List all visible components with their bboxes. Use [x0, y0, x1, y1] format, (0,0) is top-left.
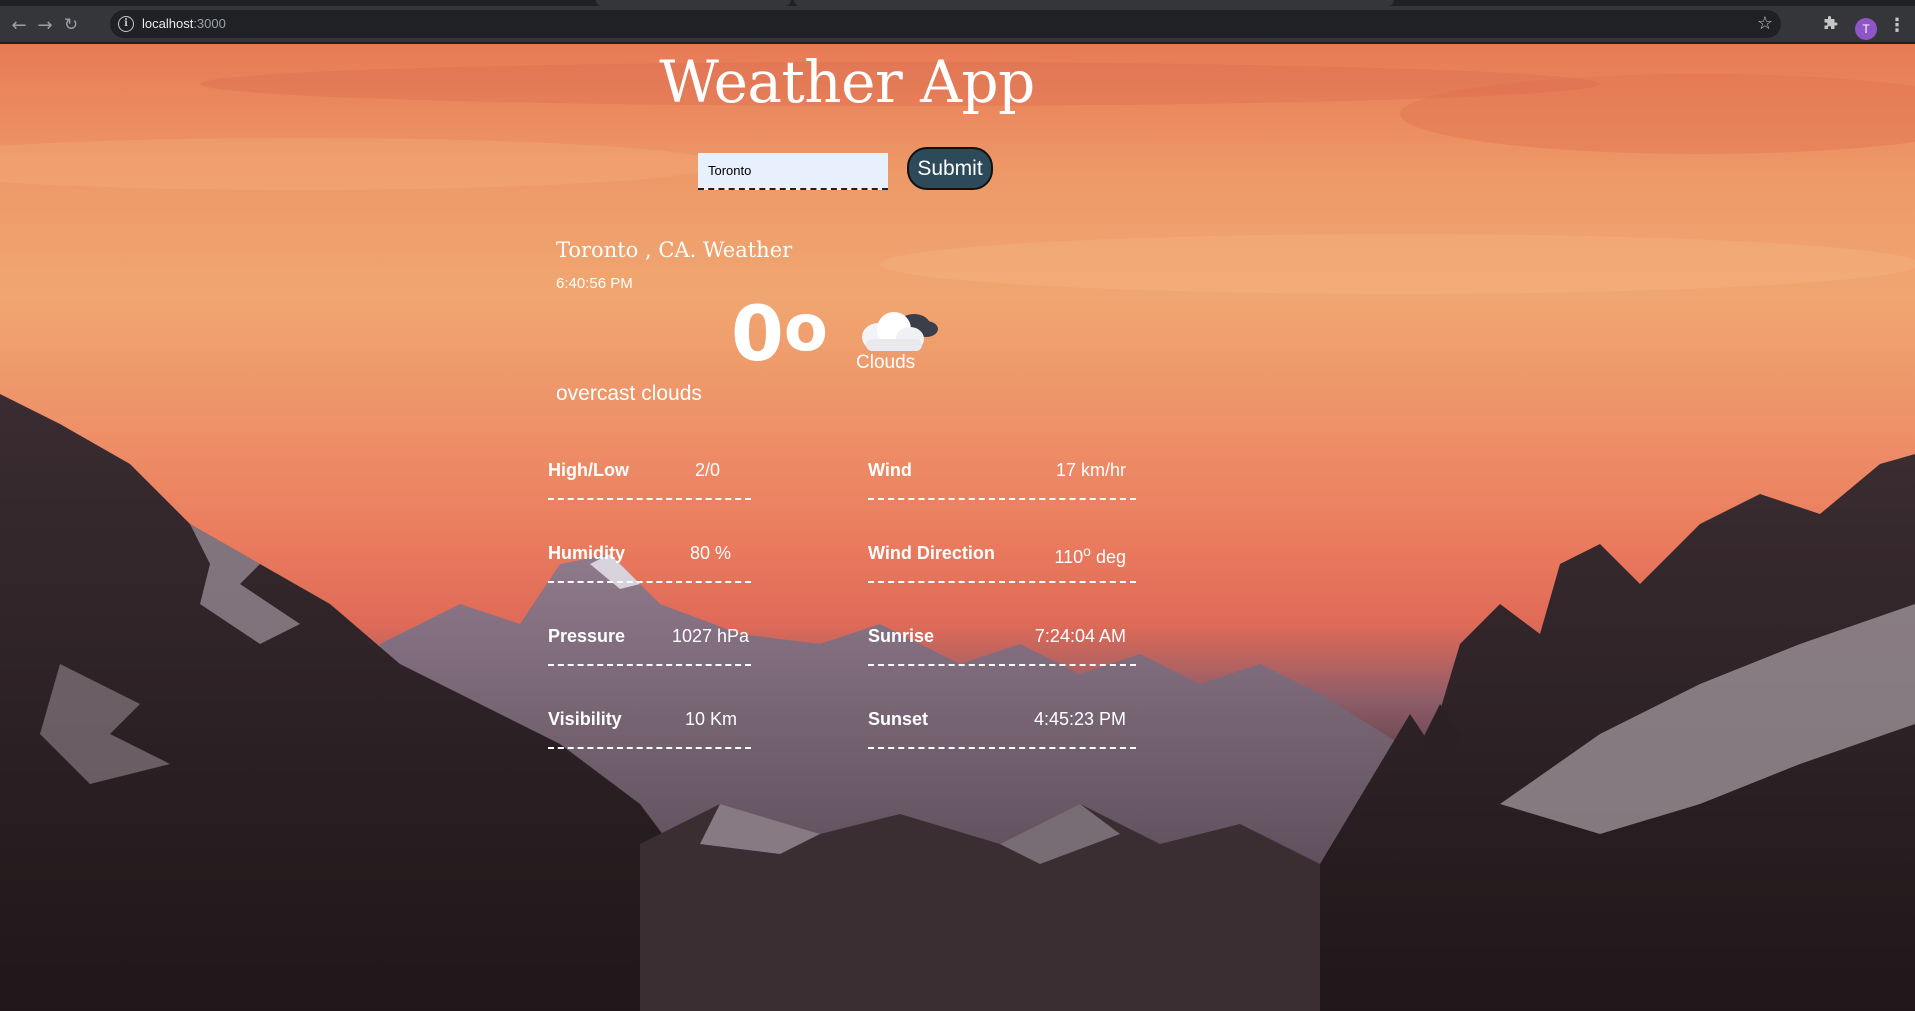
stat-label: Wind	[868, 460, 912, 480]
forward-arrow-icon[interactable]: →	[32, 12, 58, 38]
url-port: :3000	[193, 16, 226, 31]
reload-icon[interactable]: ↻	[58, 12, 84, 38]
wind-direction-unit: deg	[1090, 547, 1126, 567]
stat-value: 2/0	[695, 460, 721, 480]
stat-label: Sunrise	[868, 626, 935, 646]
stat-label: Pressure	[548, 626, 626, 646]
condition-label: Clouds	[856, 352, 916, 373]
stat-pressure: Pressure 1027 hPa	[548, 626, 751, 666]
location-title: Toronto , CA. Weather	[556, 238, 793, 262]
stat-value: 10 Km	[685, 709, 738, 729]
stat-wind: Wind 17 km/hr	[868, 460, 1136, 500]
kebab-menu-icon[interactable]: ⋮	[1888, 15, 1906, 36]
stat-high-low: High/Low 2/0	[548, 460, 751, 500]
cloud-icon	[862, 312, 938, 351]
browser-toolbar: ← → ↻ i localhost:3000 ☆ T ⋮	[0, 6, 1915, 43]
url-text[interactable]: localhost:3000	[142, 16, 226, 31]
stat-value: 17 km/hr	[1055, 460, 1126, 480]
temperature-value: 0	[731, 289, 784, 378]
stat-label: High/Low	[548, 460, 629, 480]
puzzle-icon[interactable]	[1822, 16, 1838, 36]
stat-sunset: Sunset 4:45:23 PM	[868, 709, 1136, 749]
stat-value: 110o deg	[1054, 543, 1126, 568]
submit-button[interactable]: Submit	[907, 147, 993, 190]
star-icon[interactable]: ☆	[1757, 13, 1773, 34]
temperature-display: 0o	[731, 296, 828, 372]
url-host: localhost	[142, 16, 194, 31]
stat-label: Sunset	[868, 709, 929, 729]
stat-humidity: Humidity 80 %	[548, 543, 751, 583]
stat-wind-direction: Wind Direction 110o deg	[868, 543, 1136, 583]
stat-sunrise: Sunrise 7:24:04 AM	[868, 626, 1136, 666]
avatar[interactable]: T	[1855, 18, 1877, 40]
stat-value: 4:45:23 PM	[1033, 709, 1126, 729]
stat-value: 7:24:04 AM	[1034, 626, 1126, 646]
condition-description: overcast clouds	[556, 382, 702, 405]
degree-mark: o	[1083, 543, 1091, 559]
stat-label: Humidity	[548, 543, 626, 563]
degree-mark: o	[783, 292, 828, 366]
stat-visibility: Visibility 10 Km	[548, 709, 751, 749]
stat-label: Wind Direction	[868, 543, 995, 563]
stat-value: 80 %	[690, 543, 732, 563]
page-viewport: Weather App Submit Toronto , CA. Weather…	[0, 44, 1915, 1011]
city-search-input[interactable]	[698, 153, 888, 190]
address-bar[interactable]: i localhost:3000 ☆	[110, 10, 1781, 38]
back-arrow-icon[interactable]: ←	[6, 12, 32, 38]
current-time: 6:40:56 PM	[556, 275, 633, 292]
info-icon[interactable]: i	[118, 16, 134, 32]
wind-direction-number: 110	[1054, 547, 1084, 567]
stat-label: Visibility	[548, 709, 622, 729]
app-title: Weather App	[659, 48, 1035, 116]
stat-value: 1027 hPa	[672, 626, 750, 646]
